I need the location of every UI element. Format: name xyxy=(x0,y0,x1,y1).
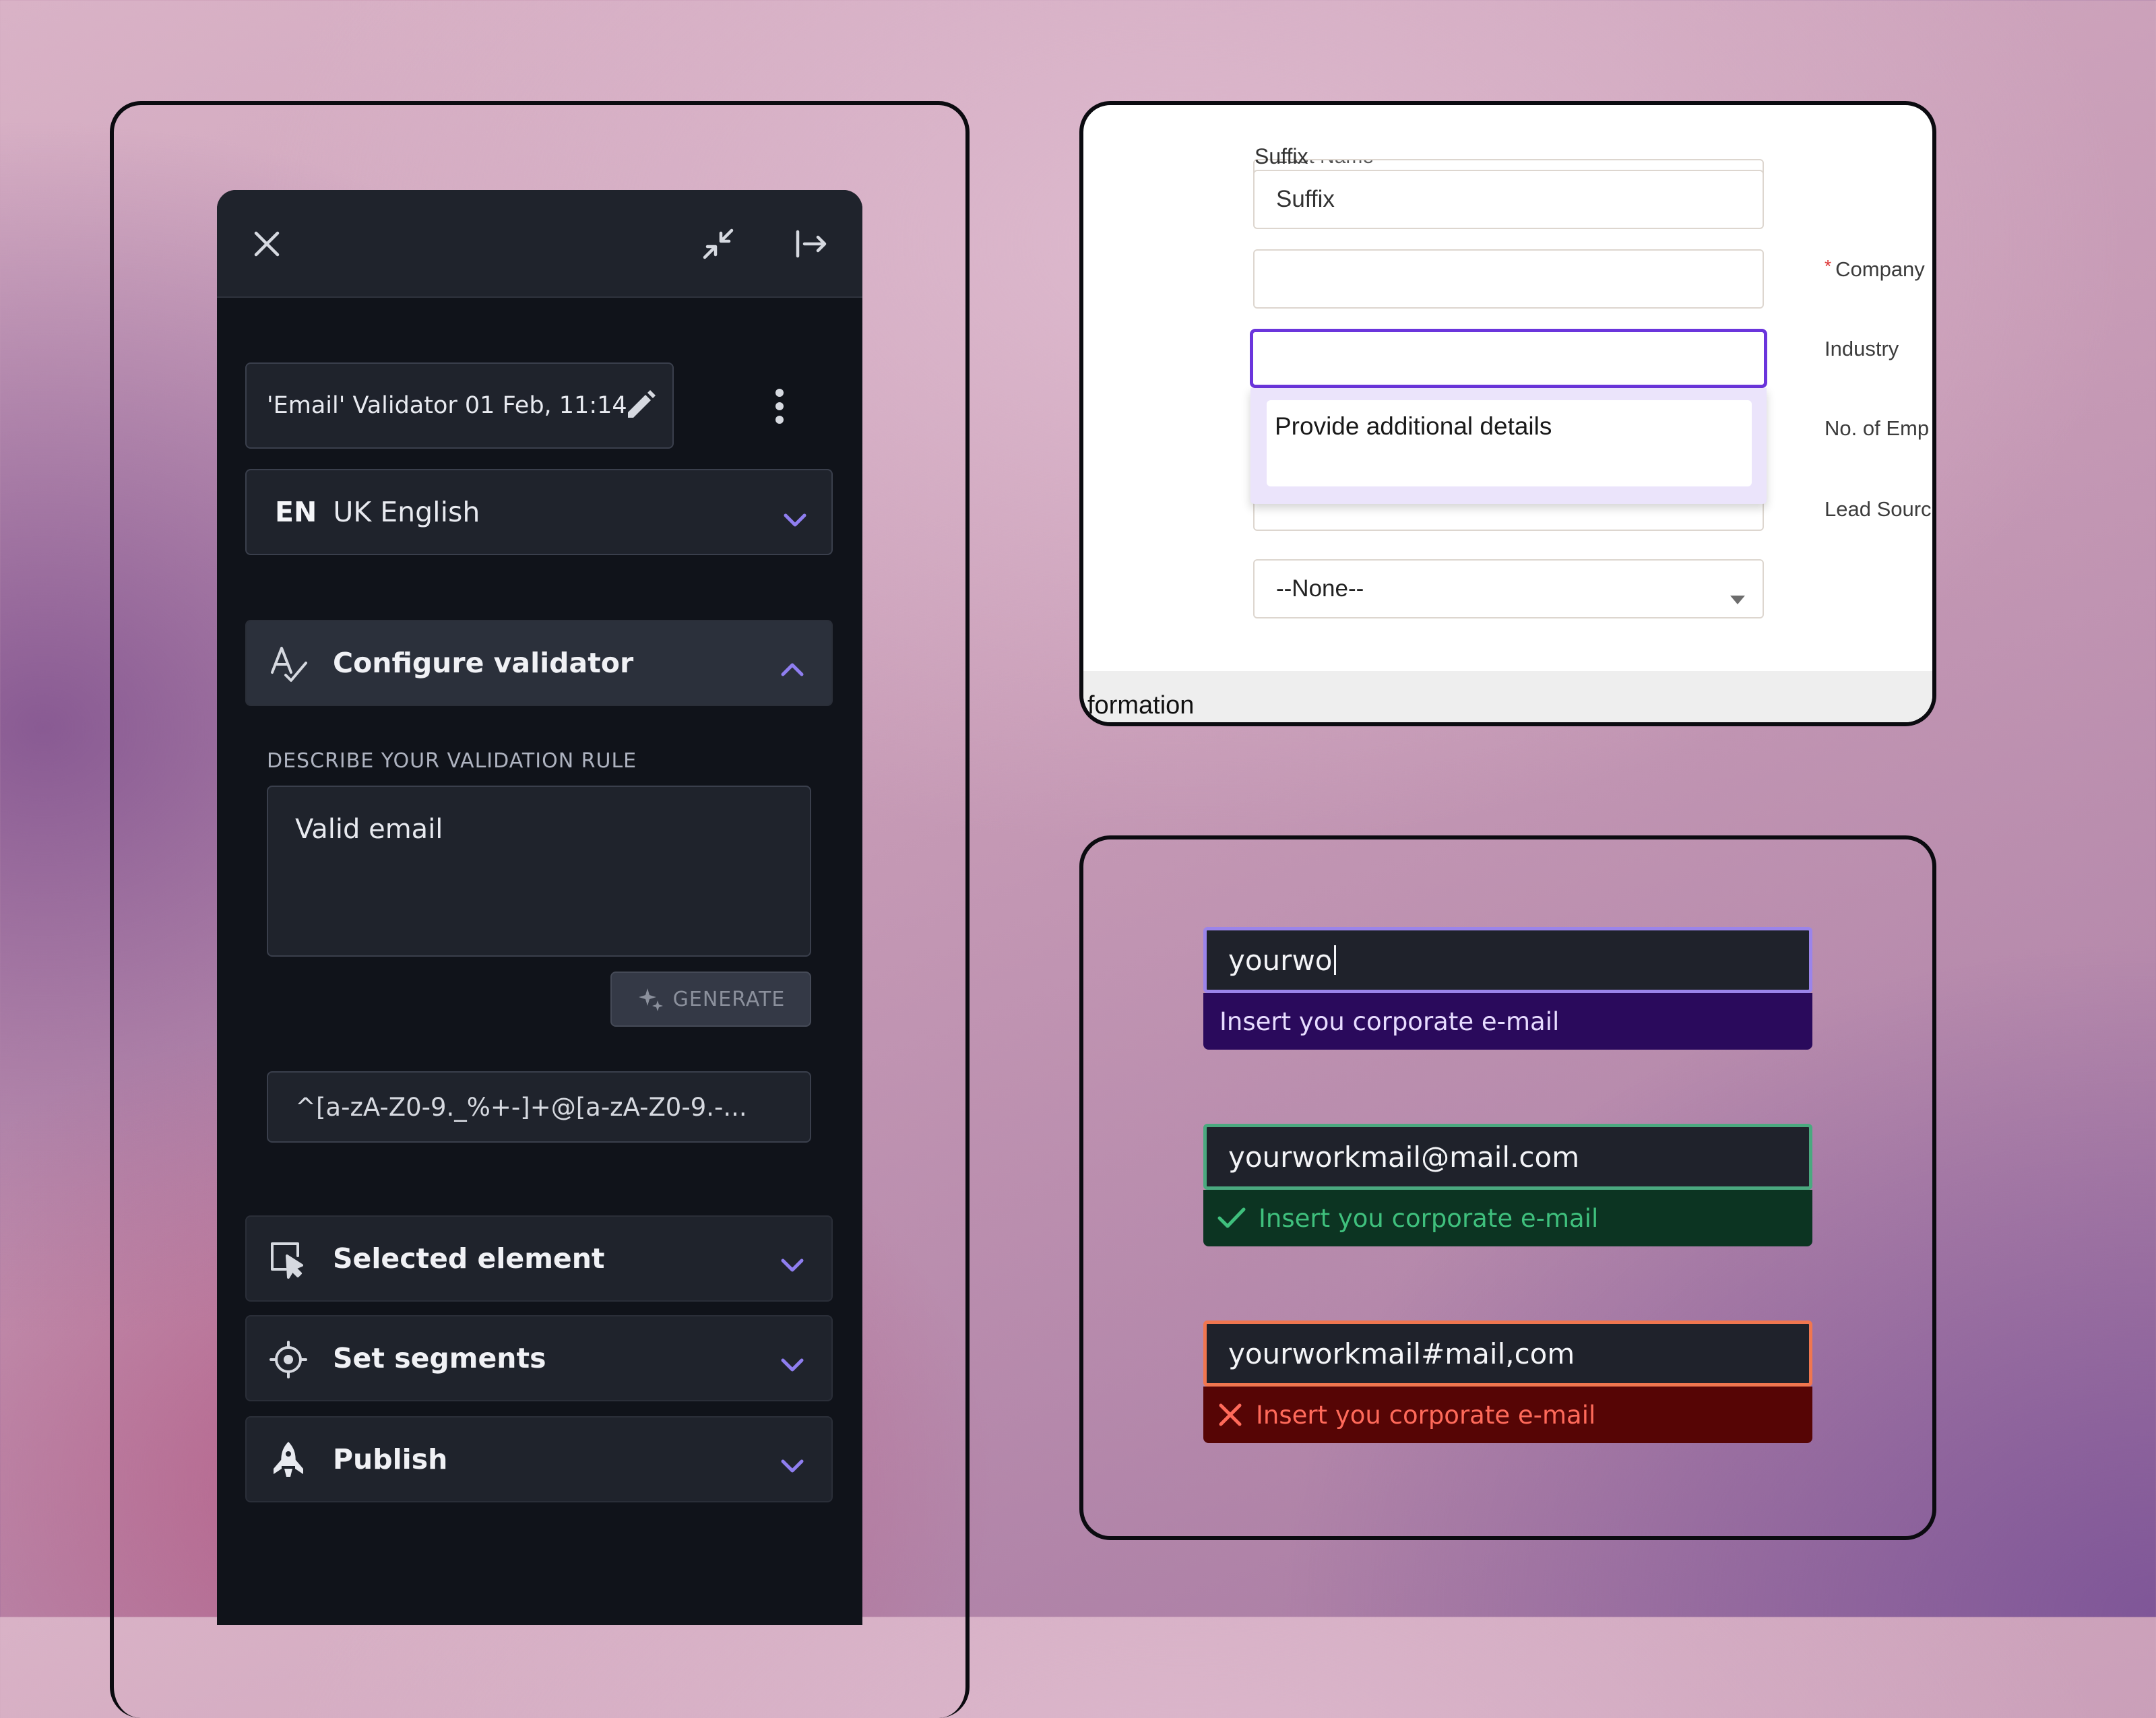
cursor-select-icon xyxy=(268,1240,309,1287)
hint-text: Insert you corporate e-mail xyxy=(1219,1007,1560,1036)
caret-down-icon xyxy=(1729,585,1746,612)
email-input-invalid[interactable]: yourworkmail#mail,com xyxy=(1203,1321,1812,1387)
generate-label: GENERATE xyxy=(672,987,786,1011)
dock-right-icon[interactable] xyxy=(790,222,833,265)
focused-input[interactable] xyxy=(1250,329,1767,388)
regex-field[interactable]: ^[a-zA-Z0-9._%+-]+@[a-zA-Z0-9.-... xyxy=(267,1071,811,1143)
publish-section[interactable]: Publish xyxy=(245,1416,833,1502)
success-text: Insert you corporate e-mail xyxy=(1259,1203,1599,1233)
selected-element-section[interactable]: Selected element xyxy=(245,1215,833,1302)
suffix-label: Suffix xyxy=(1255,144,1308,168)
error-message: Insert you corporate e-mail xyxy=(1203,1387,1812,1443)
none-select[interactable]: --None-- xyxy=(1253,559,1764,618)
email-input-valid[interactable]: yourworkmail@mail.com xyxy=(1203,1124,1812,1190)
typing-value: yourwo xyxy=(1228,943,1333,977)
chevron-down-icon xyxy=(780,1449,804,1481)
dropdown-option[interactable]: Provide additional details xyxy=(1267,400,1752,486)
configure-validator-label: Configure validator xyxy=(333,647,634,679)
required-marker: * xyxy=(1825,256,1832,276)
cross-icon xyxy=(1219,1403,1242,1426)
panel-header xyxy=(217,190,862,298)
lead-source-field[interactable] xyxy=(1253,503,1764,531)
language-select[interactable]: EN UK English xyxy=(245,469,833,555)
crm-form: Last Name Suffix Suffix Provide addition… xyxy=(1083,105,1932,722)
select-value: --None-- xyxy=(1276,575,1364,602)
chevron-down-icon xyxy=(780,1347,804,1380)
section-title: formation xyxy=(1087,691,1195,720)
rule-textarea[interactable]: Valid email xyxy=(267,786,811,957)
regex-text: ^[a-zA-Z0-9._%+-]+@[a-zA-Z0-9.-... xyxy=(295,1092,747,1122)
success-message: Insert you corporate e-mail xyxy=(1203,1190,1812,1246)
chevron-down-icon xyxy=(783,503,807,535)
spellcheck-icon xyxy=(268,644,309,691)
valid-value: yourworkmail@mail.com xyxy=(1228,1140,1580,1174)
configure-validator-section[interactable]: Configure validator xyxy=(245,620,833,706)
validator-name-field[interactable]: 'Email' Validator 01 Feb, 11:14 xyxy=(245,362,674,449)
company-field[interactable] xyxy=(1253,249,1764,309)
company-label: * Company xyxy=(1825,256,1925,281)
validator-name: 'Email' Validator 01 Feb, 11:14 xyxy=(267,392,627,419)
set-segments-label: Set segments xyxy=(333,1342,546,1374)
section-strip xyxy=(1083,671,1932,722)
publish-label: Publish xyxy=(333,1443,448,1475)
industry-label: Industry xyxy=(1825,337,1899,360)
autocomplete-dropdown: Provide additional details xyxy=(1250,388,1767,504)
chevron-down-icon xyxy=(780,1248,804,1280)
error-text: Insert you corporate e-mail xyxy=(1256,1400,1596,1430)
language-code: EN xyxy=(275,496,317,528)
crosshair-icon xyxy=(268,1339,309,1387)
check-icon xyxy=(1217,1207,1246,1228)
suffix-field[interactable]: Suffix xyxy=(1253,170,1764,229)
rocket-icon xyxy=(268,1440,309,1488)
collapse-icon[interactable] xyxy=(697,222,740,265)
language-name: UK English xyxy=(333,496,480,528)
invalid-value: yourworkmail#mail,com xyxy=(1228,1337,1575,1370)
chevron-up-icon xyxy=(780,652,804,685)
text-caret xyxy=(1333,945,1336,975)
validator-panel: 'Email' Validator 01 Feb, 11:14 EN UK En… xyxy=(217,190,862,1625)
selected-element-label: Selected element xyxy=(333,1242,605,1275)
pencil-icon[interactable] xyxy=(623,388,658,429)
rule-label: DESCRIBE YOUR VALIDATION RULE xyxy=(267,749,637,773)
generate-button[interactable]: GENERATE xyxy=(610,972,811,1027)
suffix-placeholder: Suffix xyxy=(1276,186,1335,212)
hint-message: Insert you corporate e-mail xyxy=(1203,993,1812,1050)
set-segments-section[interactable]: Set segments xyxy=(245,1315,833,1401)
employees-label: No. of Emp xyxy=(1825,416,1930,440)
close-icon[interactable] xyxy=(247,224,287,264)
lead-source-label: Lead Sourc xyxy=(1825,497,1932,521)
email-input-typing[interactable]: yourwo xyxy=(1203,927,1812,993)
form-preview-frame: Last Name Suffix Suffix Provide addition… xyxy=(1079,101,1936,726)
more-vertical-icon[interactable] xyxy=(763,383,796,430)
